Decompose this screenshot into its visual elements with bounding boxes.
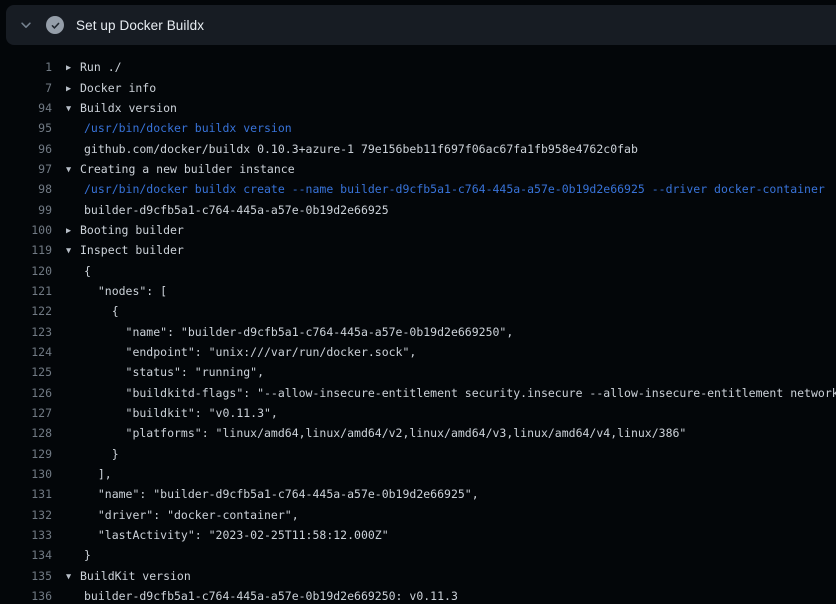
line-number: 132: [0, 508, 52, 522]
line-number: 133: [0, 528, 52, 542]
step-header[interactable]: Set up Docker Buildx: [6, 5, 836, 45]
line-number: 99: [0, 203, 52, 217]
group-title: Inspect builder: [80, 243, 184, 257]
output-text: "status": "running",: [84, 365, 264, 379]
log-line: 95/usr/bin/docker buildx version: [0, 118, 836, 138]
line-number: 94: [0, 101, 52, 115]
output-text: ],: [84, 467, 112, 481]
output-text: "buildkitd-flags": "--allow-insecure-ent…: [84, 386, 836, 400]
group-title: Buildx version: [80, 101, 177, 115]
log-line: 121 "nodes": [: [0, 281, 836, 301]
line-number: 1: [0, 60, 52, 74]
group-expanded-icon[interactable]: ▼: [66, 165, 80, 175]
command-text: /usr/bin/docker buildx create --name bui…: [84, 182, 825, 196]
step-status-success-icon: [46, 16, 64, 34]
line-number: 136: [0, 589, 52, 603]
group-collapsed-icon[interactable]: ▶: [66, 63, 80, 73]
output-text: github.com/docker/buildx 0.10.3+azure-1 …: [84, 142, 638, 156]
line-number: 120: [0, 264, 52, 278]
log-line[interactable]: 1 ▶Run ./: [0, 57, 836, 77]
line-number: 130: [0, 467, 52, 481]
output-text: builder-d9cfb5a1-c764-445a-a57e-0b19d2e6…: [84, 203, 389, 217]
log-line[interactable]: 94 ▼Buildx version: [0, 98, 836, 118]
line-number: 129: [0, 447, 52, 461]
log-line[interactable]: 135 ▼BuildKit version: [0, 566, 836, 586]
line-number: 98: [0, 182, 52, 196]
group-expanded-icon[interactable]: ▼: [66, 572, 80, 582]
output-text: {: [84, 264, 91, 278]
line-number: 123: [0, 325, 52, 339]
log-line: 123 "name": "builder-d9cfb5a1-c764-445a-…: [0, 321, 836, 341]
group-collapsed-icon[interactable]: ▶: [66, 226, 80, 236]
log-line: 129 }: [0, 444, 836, 464]
log-line: 130 ],: [0, 464, 836, 484]
line-number: 119: [0, 243, 52, 257]
line-number: 131: [0, 487, 52, 501]
output-text: "lastActivity": "2023-02-25T11:58:12.000…: [84, 528, 389, 542]
group-expanded-icon[interactable]: ▼: [66, 104, 80, 114]
log-line: 124 "endpoint": "unix:///var/run/docker.…: [0, 342, 836, 362]
log-line: 98/usr/bin/docker buildx create --name b…: [0, 179, 836, 199]
line-number: 97: [0, 162, 52, 176]
group-title: Docker info: [80, 81, 156, 95]
output-text: "driver": "docker-container",: [84, 508, 299, 522]
output-text: "platforms": "linux/amd64,linux/amd64/v2…: [84, 426, 686, 440]
log-line[interactable]: 7 ▶Docker info: [0, 77, 836, 97]
log-line: 122 {: [0, 301, 836, 321]
line-number: 95: [0, 121, 52, 135]
line-number: 96: [0, 142, 52, 156]
line-number: 121: [0, 284, 52, 298]
log-line: 136 builder-d9cfb5a1-c764-445a-a57e-0b19d…: [0, 586, 836, 604]
group-title: Booting builder: [80, 223, 184, 237]
output-text: builder-d9cfb5a1-c764-445a-a57e-0b19d2e6…: [84, 589, 458, 603]
group-expanded-icon[interactable]: ▼: [66, 246, 80, 256]
log-line[interactable]: 119 ▼Inspect builder: [0, 240, 836, 260]
log-line[interactable]: 100 ▶Booting builder: [0, 220, 836, 240]
group-collapsed-icon[interactable]: ▶: [66, 84, 80, 94]
group-title: Run ./: [80, 60, 122, 74]
output-text: }: [84, 447, 119, 461]
line-number: 127: [0, 406, 52, 420]
line-number: 122: [0, 304, 52, 318]
output-text: }: [84, 548, 91, 562]
line-number: 124: [0, 345, 52, 359]
log-line: 128 "platforms": "linux/amd64,linux/amd6…: [0, 423, 836, 443]
line-number: 100: [0, 223, 52, 237]
line-number: 134: [0, 548, 52, 562]
log-line[interactable]: 97 ▼Creating a new builder instance: [0, 159, 836, 179]
log-line: 120 {: [0, 260, 836, 280]
log-line: 96 github.com/docker/buildx 0.10.3+azure-…: [0, 138, 836, 158]
log-line: 99 builder-d9cfb5a1-c764-445a-a57e-0b19d2…: [0, 199, 836, 219]
group-title: BuildKit version: [80, 569, 191, 583]
log-line: 127 "buildkit": "v0.11.3",: [0, 403, 836, 423]
line-number: 128: [0, 426, 52, 440]
output-text: "nodes": [: [84, 284, 167, 298]
log-line: 134}: [0, 545, 836, 565]
group-title: Creating a new builder instance: [80, 162, 295, 176]
line-number: 125: [0, 365, 52, 379]
log-line: 125 "status": "running",: [0, 362, 836, 382]
output-text: "buildkit": "v0.11.3",: [84, 406, 278, 420]
log-line: 133 "lastActivity": "2023-02-25T11:58:12…: [0, 525, 836, 545]
log-line: 132 "driver": "docker-container",: [0, 505, 836, 525]
command-text: /usr/bin/docker buildx version: [84, 121, 292, 135]
chevron-down-icon[interactable]: [15, 18, 37, 32]
log-line: 126 "buildkitd-flags": "--allow-insecure…: [0, 383, 836, 403]
line-number: 7: [0, 81, 52, 95]
log-container: 1▶Run ./7▶Docker info94▼Buildx version95…: [0, 45, 836, 604]
step-title: Set up Docker Buildx: [76, 18, 204, 33]
output-text: "name": "builder-d9cfb5a1-c764-445a-a57e…: [84, 325, 513, 339]
log-line: 131 "name": "builder-d9cfb5a1-c764-445a-…: [0, 484, 836, 504]
log-lines: 1▶Run ./7▶Docker info94▼Buildx version95…: [0, 57, 836, 604]
output-text: {: [84, 304, 119, 318]
output-text: "endpoint": "unix:///var/run/docker.sock…: [84, 345, 416, 359]
output-text: "name": "builder-d9cfb5a1-c764-445a-a57e…: [84, 487, 479, 501]
line-number: 126: [0, 386, 52, 400]
line-number: 135: [0, 569, 52, 583]
